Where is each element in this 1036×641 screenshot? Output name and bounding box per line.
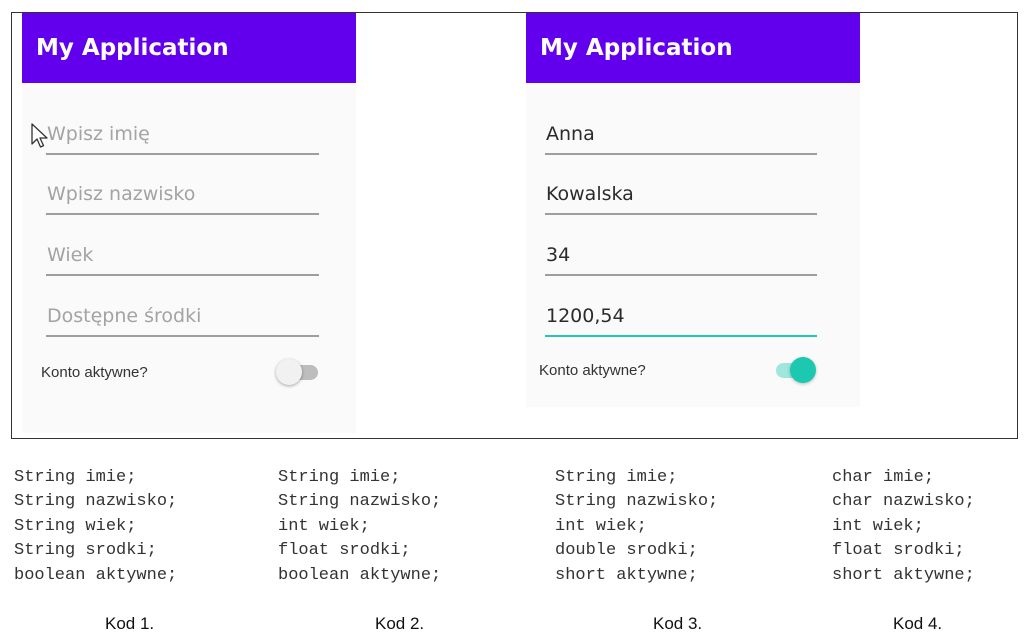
code-line: boolean aktywne; (14, 565, 178, 585)
code-line: short aktywne; (832, 565, 975, 585)
code-line: String nazwisko; (14, 492, 178, 512)
code-caption-2: Kod 2. (375, 614, 425, 633)
code-line: int wiek; (278, 516, 370, 536)
code-line: double srodki; (555, 541, 698, 561)
funds-input[interactable]: 1200,54 (545, 301, 817, 337)
code-line: String imie; (278, 468, 401, 487)
account-active-switch[interactable] (772, 357, 816, 383)
mouse-pointer-icon (31, 123, 48, 148)
account-active-switch[interactable] (276, 359, 320, 385)
code-listing-1: String imie; String nazwisko; String wie… (14, 466, 177, 588)
code-listing-2: String imie; String nazwisko; int wiek; … (278, 466, 441, 588)
code-line: int wiek; (555, 516, 647, 536)
code-line: char imie; (832, 468, 935, 487)
code-caption-3: Kod 3. (653, 614, 703, 633)
account-active-label: Konto aktywne? (41, 364, 148, 381)
code-line: float srodki; (832, 541, 965, 561)
app-screen-filled: My Application Anna Kowalska 34 1200,54 … (526, 13, 860, 407)
code-line: short aktywne; (555, 565, 698, 585)
code-line: String nazwisko; (278, 492, 442, 512)
app-bar-title: My Application (526, 13, 860, 83)
screenshots-frame: My Application Wpisz imię Wpisz nazwisko… (11, 12, 1018, 439)
code-line: String nazwisko; (555, 492, 719, 512)
code-line: int wiek; (832, 516, 924, 536)
last-name-input[interactable]: Wpisz nazwisko (46, 179, 319, 215)
code-line: float srodki; (278, 541, 411, 561)
first-name-input[interactable]: Wpisz imię (46, 119, 319, 155)
code-line: String imie; (14, 468, 137, 487)
last-name-input[interactable]: Kowalska (545, 179, 817, 215)
code-line: String imie; (555, 468, 678, 487)
code-line: String srodki; (14, 541, 157, 561)
funds-input[interactable]: Dostępne środki (46, 301, 319, 337)
code-line: String wiek; (14, 516, 137, 536)
app-bar-title: My Application (22, 13, 356, 83)
switch-thumb (276, 359, 302, 385)
code-caption-1: Kod 1. (105, 614, 155, 633)
code-line: boolean aktywne; (278, 565, 442, 585)
age-input[interactable]: 34 (545, 240, 817, 276)
app-screen-empty: My Application Wpisz imię Wpisz nazwisko… (22, 13, 356, 433)
code-listing-3: String imie; String nazwisko; int wiek; … (555, 466, 718, 588)
code-line: char nazwisko; (832, 492, 975, 512)
first-name-input[interactable]: Anna (545, 119, 817, 155)
age-input[interactable]: Wiek (46, 240, 319, 276)
account-active-label: Konto aktywne? (539, 362, 646, 379)
code-caption-4: Kod 4. (893, 614, 943, 633)
code-listing-4: char imie; char nazwisko; int wiek; floa… (832, 466, 975, 588)
switch-thumb (790, 357, 816, 383)
